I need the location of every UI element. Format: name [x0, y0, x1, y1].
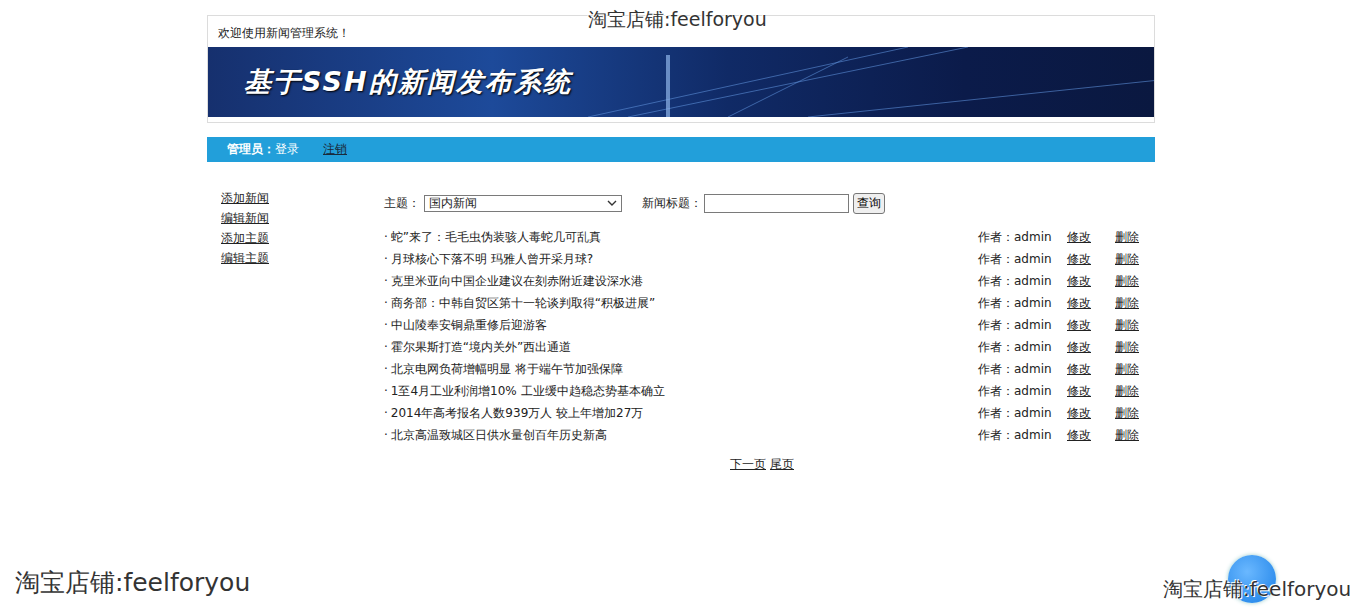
banner: 基于SSH的新闻发布系统	[208, 47, 1154, 117]
news-row: ·2014年高考报名人数939万人 较上年增加27万作者：admin修改删除	[384, 402, 1140, 424]
news-title-cell: ·蛇”来了：毛毛虫伪装骇人毒蛇几可乱真	[384, 229, 978, 246]
title-label: 新闻标题：	[642, 195, 702, 212]
news-title-cell: ·月球核心下落不明 玛雅人曾开采月球?	[384, 251, 978, 268]
news-row: ·北京电网负荷增幅明显 将于端午节加强保障作者：admin修改删除	[384, 358, 1140, 380]
news-row: ·商务部：中韩自贸区第十一轮谈判取得“积极进展”作者：admin修改删除	[384, 292, 1140, 314]
sidebar-item[interactable]: 编辑新闻	[221, 210, 384, 226]
news-list: ·蛇”来了：毛毛虫伪装骇人毒蛇几可乱真作者：admin修改删除·月球核心下落不明…	[384, 226, 1140, 446]
content: 添加新闻编辑新闻添加主题编辑主题主题：国内新闻新闻标题：查询·蛇”来了：毛毛虫伪…	[207, 190, 1155, 473]
news-title-cell: ·北京高温致城区日供水量创百年历史新高	[384, 427, 978, 444]
news-row: ·克里米亚向中国企业建议在刻赤附近建设深水港作者：admin修改删除	[384, 270, 1140, 292]
news-title[interactable]: 月球核心下落不明 玛雅人曾开采月球?	[391, 252, 593, 266]
delete-link[interactable]: 删除	[1115, 405, 1140, 422]
edit-link[interactable]: 修改	[1067, 427, 1115, 444]
news-title-cell: ·2014年高考报名人数939万人 较上年增加27万	[384, 405, 978, 422]
edit-link[interactable]: 修改	[1067, 229, 1115, 246]
page-link[interactable]: 下一页	[730, 457, 766, 471]
edit-link[interactable]: 修改	[1067, 405, 1115, 422]
news-title-cell: ·商务部：中韩自贸区第十一轮谈判取得“积极进展”	[384, 295, 978, 312]
news-author: 作者：admin	[978, 295, 1067, 312]
news-author: 作者：admin	[978, 405, 1067, 422]
news-row: ·中山陵奉安铜鼎重修后迎游客作者：admin修改删除	[384, 314, 1140, 336]
bullet: ·	[384, 384, 388, 398]
edit-link[interactable]: 修改	[1067, 339, 1115, 356]
logout-link[interactable]: 注销	[323, 141, 347, 158]
news-author: 作者：admin	[978, 339, 1067, 356]
news-title[interactable]: 蛇”来了：毛毛虫伪装骇人毒蛇几可乱真	[391, 230, 601, 244]
news-title[interactable]: 霍尔果斯打造“境内关外”西出通道	[391, 340, 571, 354]
page-link[interactable]: 尾页	[770, 457, 794, 471]
news-author: 作者：admin	[978, 361, 1067, 378]
news-row: ·月球核心下落不明 玛雅人曾开采月球?作者：admin修改删除	[384, 248, 1140, 270]
main: 主题：国内新闻新闻标题：查询·蛇”来了：毛毛虫伪装骇人毒蛇几可乱真作者：admi…	[384, 190, 1155, 473]
nav-bar: 管理员：登录 注销	[207, 137, 1155, 162]
news-title-cell: ·北京电网负荷增幅明显 将于端午节加强保障	[384, 361, 978, 378]
delete-link[interactable]: 删除	[1115, 361, 1140, 378]
bullet: ·	[384, 340, 388, 354]
news-author: 作者：admin	[978, 229, 1067, 246]
pagination: 下一页尾页	[384, 456, 1140, 473]
news-title-cell: ·克里米亚向中国企业建议在刻赤附近建设深水港	[384, 273, 978, 290]
news-title[interactable]: 1至4月工业利润增10% 工业缓中趋稳态势基本确立	[391, 384, 665, 398]
news-title[interactable]: 北京高温致城区日供水量创百年历史新高	[391, 428, 607, 442]
chevron-down-icon	[607, 200, 617, 206]
login-link[interactable]: 登录	[275, 141, 299, 158]
watermark: 淘宝店铺:feelforyou	[588, 7, 767, 33]
topic-label: 主题：	[384, 195, 420, 212]
filter-bar: 主题： 国内新闻 新闻标题： 查询	[384, 192, 1140, 214]
delete-link[interactable]: 删除	[1115, 273, 1140, 290]
news-title[interactable]: 克里米亚向中国企业建议在刻赤附近建设深水港	[391, 274, 643, 288]
title-input[interactable]	[704, 194, 849, 213]
edit-link[interactable]: 修改	[1067, 251, 1115, 268]
delete-link[interactable]: 删除	[1115, 229, 1140, 246]
bullet: ·	[384, 362, 388, 376]
news-title-cell: ·中山陵奉安铜鼎重修后迎游客	[384, 317, 978, 334]
topic-value: 国内新闻	[429, 195, 477, 212]
watermark: 淘宝店铺:feelforyou	[15, 566, 250, 599]
delete-link[interactable]: 删除	[1115, 295, 1140, 312]
sidebar-item[interactable]: 添加新闻	[221, 190, 384, 206]
edit-link[interactable]: 修改	[1067, 317, 1115, 334]
news-row: ·蛇”来了：毛毛虫伪装骇人毒蛇几可乱真作者：admin修改删除	[384, 226, 1140, 248]
news-title-cell: ·霍尔果斯打造“境内关外”西出通道	[384, 339, 978, 356]
news-title[interactable]: 商务部：中韩自贸区第十一轮谈判取得“积极进展”	[391, 296, 655, 310]
bullet: ·	[384, 406, 388, 420]
bullet: ·	[384, 296, 388, 310]
bullet: ·	[384, 230, 388, 244]
admin-label: 管理员：	[227, 141, 275, 158]
news-row: ·1至4月工业利润增10% 工业缓中趋稳态势基本确立作者：admin修改删除	[384, 380, 1140, 402]
watermark: 淘宝店铺:feelforyou	[1163, 576, 1351, 603]
news-title-cell: ·1至4月工业利润增10% 工业缓中趋稳态势基本确立	[384, 383, 978, 400]
news-author: 作者：admin	[978, 383, 1067, 400]
header-box: 欢迎使用新闻管理系统！基于SSH的新闻发布系统	[207, 15, 1155, 123]
delete-link[interactable]: 删除	[1115, 383, 1140, 400]
delete-link[interactable]: 删除	[1115, 317, 1140, 334]
news-title[interactable]: 北京电网负荷增幅明显 将于端午节加强保障	[391, 362, 623, 376]
news-author: 作者：admin	[978, 273, 1067, 290]
edit-link[interactable]: 修改	[1067, 383, 1115, 400]
edit-link[interactable]: 修改	[1067, 361, 1115, 378]
bullet: ·	[384, 318, 388, 332]
bullet: ·	[384, 252, 388, 266]
search-button[interactable]: 查询	[853, 193, 885, 214]
news-author: 作者：admin	[978, 317, 1067, 334]
delete-link[interactable]: 删除	[1115, 339, 1140, 356]
edit-link[interactable]: 修改	[1067, 273, 1115, 290]
delete-link[interactable]: 删除	[1115, 251, 1140, 268]
bullet: ·	[384, 428, 388, 442]
delete-link[interactable]: 删除	[1115, 427, 1140, 444]
sidebar: 添加新闻编辑新闻添加主题编辑主题	[207, 190, 384, 473]
sidebar-item[interactable]: 添加主题	[221, 230, 384, 246]
banner-title: 基于SSH的新闻发布系统	[244, 64, 572, 100]
bullet: ·	[384, 274, 388, 288]
edit-link[interactable]: 修改	[1067, 295, 1115, 312]
news-title[interactable]: 中山陵奉安铜鼎重修后迎游客	[391, 318, 547, 332]
sidebar-item[interactable]: 编辑主题	[221, 250, 384, 266]
news-author: 作者：admin	[978, 251, 1067, 268]
news-row: ·北京高温致城区日供水量创百年历史新高作者：admin修改删除	[384, 424, 1140, 446]
news-title[interactable]: 2014年高考报名人数939万人 较上年增加27万	[391, 406, 644, 420]
news-row: ·霍尔果斯打造“境内关外”西出通道作者：admin修改删除	[384, 336, 1140, 358]
topic-select[interactable]: 国内新闻	[424, 195, 622, 212]
news-author: 作者：admin	[978, 427, 1067, 444]
